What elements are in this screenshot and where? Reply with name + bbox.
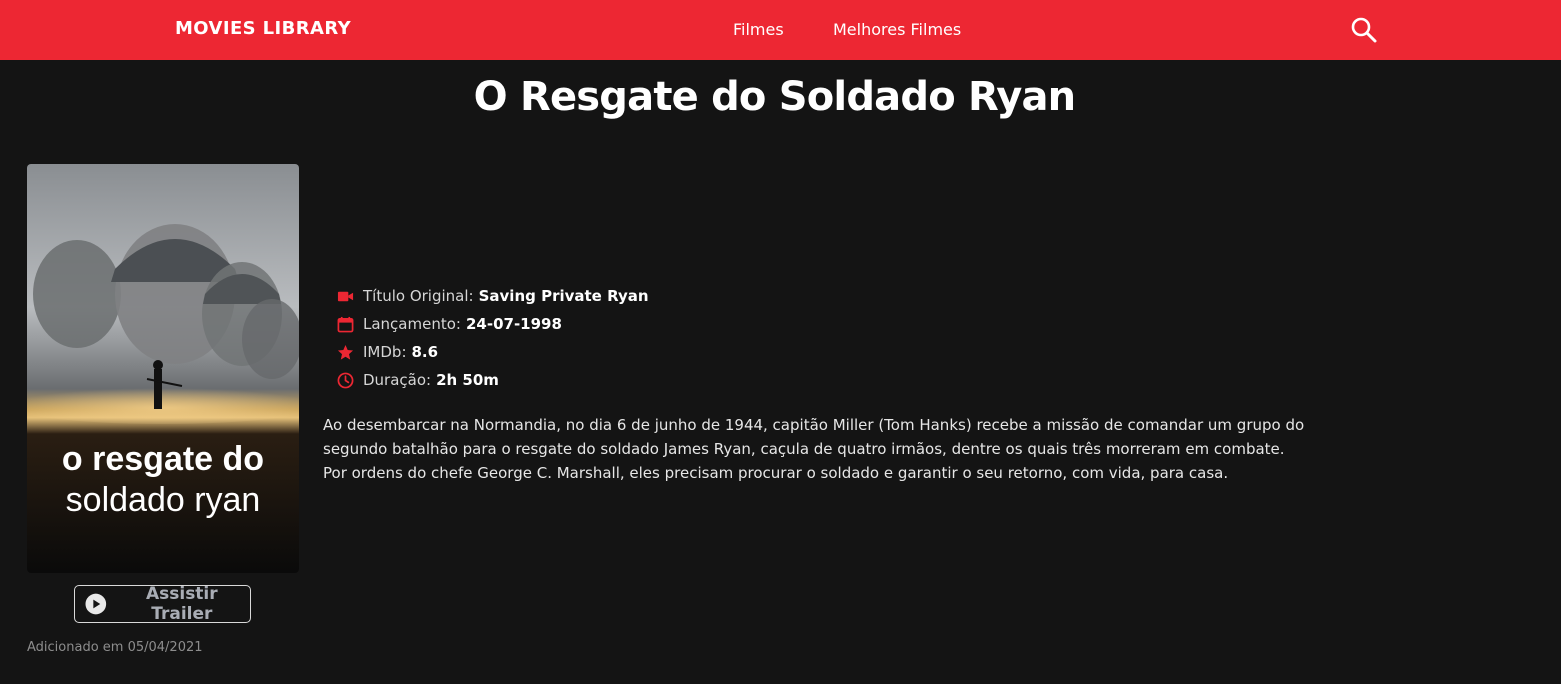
info-duration: Duração: 2h 50m — [337, 366, 649, 394]
movie-synopsis: Ao desembarcar na Normandia, no dia 6 de… — [323, 416, 1305, 482]
calendar-icon — [337, 316, 354, 332]
original-title-label: Título Original: — [363, 287, 474, 305]
video-camera-icon — [337, 291, 354, 301]
imdb-label: IMDb: — [363, 343, 407, 361]
added-date: Adicionado em 05/04/2021 — [27, 640, 203, 655]
nav-link-filmes[interactable]: Filmes — [733, 20, 784, 39]
imdb-value: 8.6 — [411, 343, 439, 361]
release-label: Lançamento: — [363, 315, 461, 333]
poster-title-line-1: o resgate do — [62, 440, 264, 478]
clock-icon — [337, 372, 354, 388]
play-icon — [85, 593, 107, 615]
star-icon — [337, 344, 354, 360]
movie-poster: o resgate do soldado ryan — [27, 164, 299, 573]
original-title-value: Saving Private Ryan — [478, 287, 649, 305]
info-original-title: Título Original: Saving Private Ryan — [337, 282, 649, 310]
release-value: 24-07-1998 — [465, 315, 562, 333]
info-release: Lançamento: 24-07-1998 — [337, 310, 649, 338]
brand-logo[interactable]: MOVIES LIBRARY — [175, 18, 351, 39]
navbar: MOVIES LIBRARY Filmes Melhores Filmes — [0, 0, 1561, 60]
info-imdb: IMDb: 8.6 — [337, 338, 649, 366]
duration-label: Duração: — [363, 371, 432, 389]
movie-info: Título Original: Saving Private Ryan Lan… — [337, 282, 649, 394]
search-button[interactable] — [1349, 15, 1379, 45]
page-title: O Resgate do Soldado Ryan — [473, 74, 1077, 120]
watch-trailer-button[interactable]: Assistir Trailer — [74, 584, 251, 624]
poster-title-line-2: soldado ryan — [66, 481, 261, 519]
watch-trailer-label: Assistir Trailer — [145, 584, 218, 624]
search-icon — [1351, 17, 1377, 43]
nav-link-melhores-filmes[interactable]: Melhores Filmes — [833, 20, 961, 39]
duration-value: 2h 50m — [436, 371, 499, 389]
